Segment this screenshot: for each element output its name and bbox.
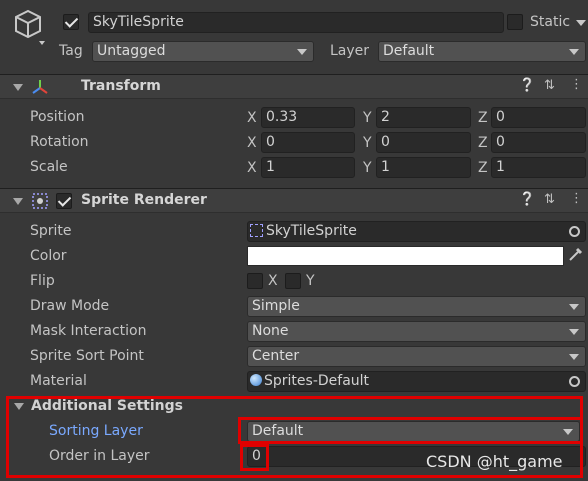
- scale-y-axis[interactable]: Y: [363, 160, 372, 176]
- draw-mode-dropdown[interactable]: Simple: [247, 296, 586, 317]
- more-options-icon[interactable]: ⋮: [570, 77, 583, 92]
- material-label: Material: [30, 373, 87, 389]
- material-asset-icon: [250, 374, 262, 386]
- presets-icon[interactable]: ⇅: [544, 78, 555, 93]
- layer-dropdown[interactable]: Default: [378, 41, 586, 62]
- sprite-renderer-title: Sprite Renderer: [81, 192, 207, 208]
- chevron-down-icon: [297, 49, 307, 55]
- transform-title: Transform: [81, 78, 161, 94]
- highlight-box-order-in-layer: [240, 444, 269, 471]
- eyedropper-icon[interactable]: [567, 247, 583, 267]
- sprite-field[interactable]: SkyTileSprite: [247, 221, 586, 242]
- sprite-label: Sprite: [30, 223, 72, 239]
- object-name-field[interactable]: SkyTileSprite: [88, 12, 504, 33]
- tag-dropdown[interactable]: Untagged: [92, 41, 314, 62]
- rotation-y-axis[interactable]: Y: [363, 135, 372, 151]
- sprite-sort-point-dropdown[interactable]: Center: [247, 346, 586, 367]
- flip-label: Flip: [30, 273, 55, 289]
- presets-icon[interactable]: ⇅: [544, 192, 555, 207]
- rotation-y-field[interactable]: 0: [376, 132, 471, 153]
- flip-x-checkbox[interactable]: [247, 273, 263, 289]
- mask-interaction-value: None: [252, 323, 289, 339]
- sprite-renderer-icon: [31, 192, 49, 214]
- mask-interaction-dropdown[interactable]: None: [247, 321, 586, 342]
- rotation-x-axis[interactable]: X: [247, 135, 257, 151]
- draw-mode-label: Draw Mode: [30, 298, 110, 314]
- position-x-axis[interactable]: X: [247, 110, 257, 126]
- sprite-sort-point-label: Sprite Sort Point: [30, 348, 144, 364]
- transform-icon: [31, 78, 49, 100]
- chevron-down-icon: [569, 304, 579, 310]
- rotation-z-axis[interactable]: Z: [478, 135, 488, 151]
- mask-interaction-label: Mask Interaction: [30, 323, 147, 339]
- sprite-asset-icon: [250, 223, 263, 237]
- foldout-arrow-icon[interactable]: [13, 84, 23, 91]
- static-dropdown-arrow[interactable]: [576, 20, 586, 26]
- flip-x-label: X: [268, 273, 278, 289]
- object-picker-icon[interactable]: [569, 226, 580, 237]
- static-label: Static: [530, 14, 571, 30]
- scale-z-axis[interactable]: Z: [478, 160, 488, 176]
- position-z-field[interactable]: 0: [491, 107, 586, 128]
- sprite-renderer-enabled-checkbox[interactable]: [56, 193, 72, 209]
- position-y-field[interactable]: 2: [376, 107, 471, 128]
- chevron-down-icon: [569, 354, 579, 360]
- highlight-box-sorting-layer: [238, 417, 583, 444]
- layer-value: Default: [383, 43, 435, 59]
- help-icon[interactable]: ❔: [519, 78, 535, 93]
- position-y-axis[interactable]: Y: [363, 110, 372, 126]
- flip-y-label: Y: [306, 273, 315, 289]
- color-field[interactable]: [247, 246, 564, 266]
- material-field[interactable]: Sprites-Default: [247, 371, 586, 392]
- chevron-down-icon: [569, 329, 579, 335]
- tag-value: Untagged: [97, 43, 166, 59]
- sprite-sort-point-value: Center: [252, 348, 300, 364]
- scale-x-field[interactable]: 1: [261, 157, 355, 178]
- rotation-x-field[interactable]: 0: [261, 132, 355, 153]
- active-checkbox[interactable]: [63, 14, 79, 30]
- color-label: Color: [30, 248, 67, 264]
- rotation-label: Rotation: [30, 134, 89, 150]
- more-options-icon[interactable]: ⋮: [570, 191, 583, 206]
- watermark: CSDN @ht_game: [426, 452, 563, 471]
- scale-z-field[interactable]: 1: [491, 157, 586, 178]
- scale-x-axis[interactable]: X: [247, 160, 257, 176]
- gameobject-cube-icon[interactable]: [12, 8, 46, 48]
- flip-y-checkbox[interactable]: [285, 273, 301, 289]
- scale-y-field[interactable]: 1: [376, 157, 471, 178]
- chevron-down-icon: [569, 49, 579, 55]
- transform-header[interactable]: Transform ❔ ⇅ ⋮: [0, 74, 588, 99]
- position-x-field[interactable]: 0.33: [261, 107, 355, 128]
- object-picker-icon[interactable]: [569, 376, 580, 387]
- static-checkbox[interactable]: [507, 14, 523, 30]
- position-z-axis[interactable]: Z: [478, 110, 488, 126]
- sprite-value: SkyTileSprite: [266, 223, 357, 239]
- position-label: Position: [30, 109, 85, 125]
- material-value: Sprites-Default: [264, 373, 370, 389]
- sprite-renderer-header[interactable]: Sprite Renderer ❔ ⇅ ⋮: [0, 188, 588, 213]
- tag-label: Tag: [59, 43, 83, 59]
- rotation-z-field[interactable]: 0: [491, 132, 586, 153]
- help-icon[interactable]: ❔: [519, 192, 535, 207]
- layer-label: Layer: [330, 43, 370, 59]
- scale-label: Scale: [30, 159, 68, 175]
- foldout-arrow-icon[interactable]: [13, 198, 23, 205]
- draw-mode-value: Simple: [252, 298, 300, 314]
